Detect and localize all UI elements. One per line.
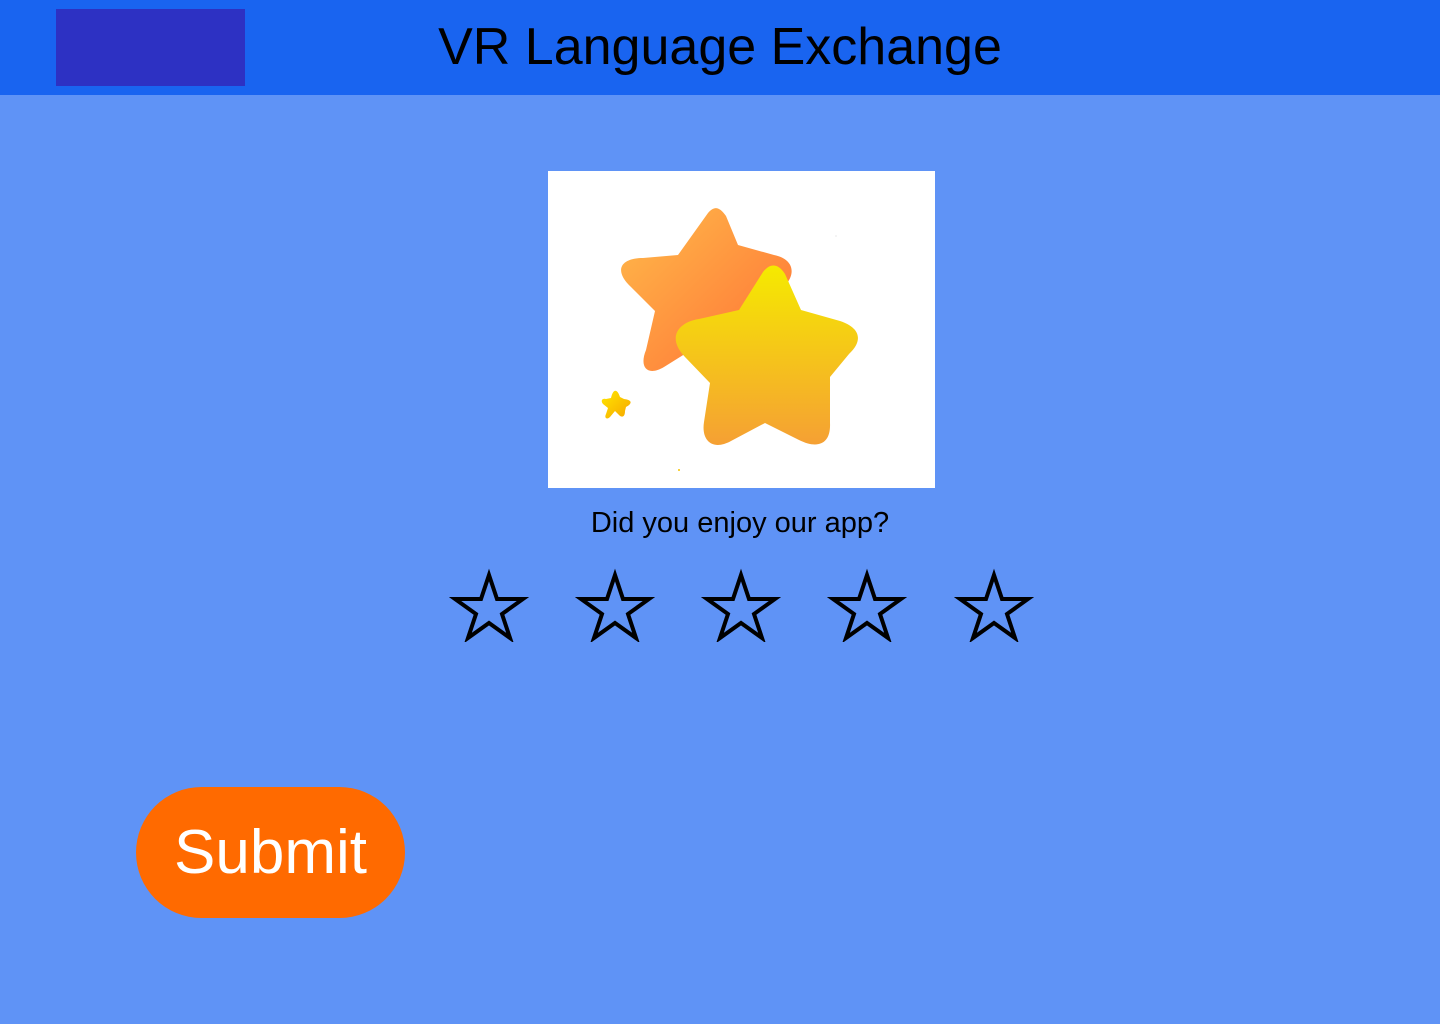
stars-illustration	[548, 171, 935, 488]
star-rating	[0, 566, 1440, 642]
sparkle-dot	[835, 235, 837, 237]
star-outline-icon	[954, 568, 1034, 642]
app-header: VR Language Exchange	[0, 0, 1440, 95]
submit-button[interactable]: Submit	[136, 787, 405, 918]
stars-illustration-graphic	[601, 208, 858, 471]
rating-star-5[interactable]	[954, 566, 1034, 642]
page-title: VR Language Exchange	[438, 18, 1002, 76]
feedback-question: Did you enjoy our app?	[590, 507, 890, 539]
rating-star-3[interactable]	[701, 566, 781, 642]
sparkle-dot	[678, 469, 680, 471]
star-outline-icon	[575, 568, 655, 642]
star-outline-icon	[827, 568, 907, 642]
rating-star-1[interactable]	[449, 566, 529, 642]
star-outline-icon	[449, 568, 529, 642]
rating-star-2[interactable]	[575, 566, 655, 642]
rating-star-4[interactable]	[827, 566, 907, 642]
star-outline-icon	[701, 568, 781, 642]
small-star	[601, 390, 631, 419]
